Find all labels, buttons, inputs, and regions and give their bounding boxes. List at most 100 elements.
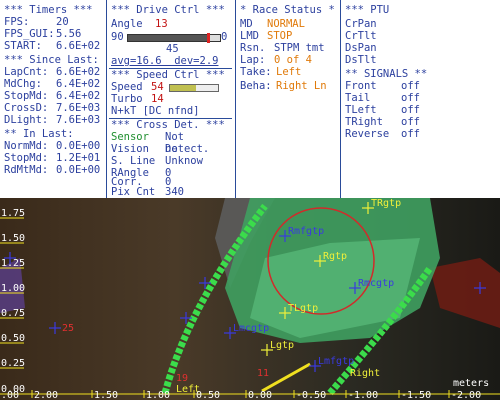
x-axis-tick-label: 1.50 bbox=[94, 390, 118, 400]
ptu-item: DsPan bbox=[345, 42, 377, 54]
x-axis-tick-label: .00 bbox=[1, 390, 19, 400]
angle-slider[interactable] bbox=[127, 33, 221, 43]
since-value: 6.6E+02 bbox=[56, 66, 101, 78]
race-label: LMD bbox=[240, 30, 259, 42]
in-last-label: NormMd: bbox=[4, 140, 49, 152]
timer-value: 20 bbox=[56, 16, 69, 28]
track-label: Right bbox=[350, 368, 380, 379]
x-axis-tick-label: 1.00 bbox=[146, 390, 170, 400]
avg-dev-text: avg=16.6 dev=2.9 bbox=[111, 55, 219, 67]
track-visualization: TRgtp Rmfgtp Rgtp Rmcgtp TLgtp LmcgtpLgtp Lmfg… bbox=[0, 198, 500, 400]
race-label: Rsn. bbox=[240, 42, 266, 54]
since-value: 6.4E+02 bbox=[56, 78, 101, 90]
in-last-label: RdMtMd: bbox=[4, 164, 49, 176]
since-label: LapCnt: bbox=[4, 66, 49, 78]
marker-label: Lmcgtp bbox=[233, 323, 269, 334]
timer-value: 5.56 bbox=[56, 28, 82, 40]
signal-label: TRight bbox=[345, 116, 383, 128]
x-axis-tick-label: -1.50 bbox=[401, 390, 431, 400]
since-label: CrossD: bbox=[4, 102, 49, 114]
marker-label: Rgtp bbox=[323, 251, 347, 262]
speed-ctrl-header: *** Speed Ctrl *** bbox=[111, 69, 225, 81]
since-label: DLight: bbox=[4, 114, 49, 126]
y-axis-tick-label: 1.25 bbox=[1, 258, 25, 269]
signal-value: off bbox=[401, 104, 420, 116]
race-label: Beha: bbox=[240, 80, 272, 92]
x-axis-tick-label: -2.00 bbox=[451, 390, 481, 400]
x-axis-tick-label: -1.00 bbox=[348, 390, 378, 400]
y-axis-tick-label: 0.25 bbox=[1, 358, 25, 369]
y-axis-tick-label: 1.50 bbox=[1, 233, 25, 244]
ptu-item: CrPan bbox=[345, 18, 377, 30]
race-lap-value: 0 of 4 bbox=[274, 54, 312, 66]
timer-label: FPS: bbox=[4, 16, 30, 28]
angle-slider-value: 45 bbox=[166, 43, 179, 55]
race-reason-value: STPM tmt bbox=[274, 42, 325, 54]
race-take-value: Left bbox=[276, 66, 302, 78]
since-value: 6.4E+02 bbox=[56, 90, 101, 102]
race-mode-value: NORMAL bbox=[267, 18, 305, 30]
race-label: Lap: bbox=[240, 54, 266, 66]
marker-label: Lmfgtp bbox=[318, 356, 354, 367]
slider-fill bbox=[128, 35, 209, 41]
since-last-header: *** Since Last: bbox=[4, 54, 99, 66]
drive-ctrl-header: *** Drive Ctrl *** bbox=[111, 4, 225, 16]
race-label: MD bbox=[240, 18, 253, 30]
cross-label: Pix Cnt bbox=[111, 186, 156, 198]
angle-slider-min: 90 bbox=[111, 31, 124, 43]
in-last-value: 0.0E+00 bbox=[56, 164, 101, 176]
angle-value: 13 bbox=[155, 18, 168, 30]
app-window: *** Timers *** FPS: 20 FPS_GUI: 5.56 STA… bbox=[0, 0, 500, 400]
timers-panel: *** Timers *** FPS: 20 FPS_GUI: 5.56 STA… bbox=[0, 0, 106, 198]
x-axis-tick-label: 0.00 bbox=[248, 390, 272, 400]
since-value: 7.6E+03 bbox=[56, 114, 101, 126]
cross-value: no bbox=[165, 143, 178, 155]
signal-label: Tail bbox=[345, 92, 371, 104]
signal-value: off bbox=[401, 116, 420, 128]
y-axis-tick-label: 0.50 bbox=[1, 333, 25, 344]
marker-label: Rmcgtp bbox=[358, 278, 394, 289]
in-last-header: ** In Last: bbox=[4, 128, 74, 140]
timer-value: 6.6E+02 bbox=[56, 40, 101, 52]
ptu-item: CrTlt bbox=[345, 30, 377, 42]
ptu-panel: *** PTU CrPan CrTlt DsPan DsTlt ** SIGNA… bbox=[341, 0, 500, 198]
cross-label: Vision bbox=[111, 143, 149, 155]
track-label: 11 bbox=[257, 368, 269, 379]
in-last-value: 1.2E+01 bbox=[56, 152, 101, 164]
track-label: 19 bbox=[176, 373, 188, 384]
nkt-text: N+kT [DC nfnd] bbox=[111, 105, 200, 117]
marker-label: Lgtp bbox=[270, 340, 294, 351]
since-value: 7.6E+03 bbox=[56, 102, 101, 114]
in-last-value: 0.0E+00 bbox=[56, 140, 101, 152]
y-axis-tick-label: 1.00 bbox=[1, 283, 25, 294]
marker-label: TLgtp bbox=[288, 303, 318, 314]
since-label: StopMd: bbox=[4, 90, 49, 102]
ptu-item: DsTlt bbox=[345, 54, 377, 66]
slider-thumb[interactable] bbox=[207, 33, 211, 43]
x-axis-tick-label: 2.00 bbox=[34, 390, 58, 400]
race-behaviour-value: Right Ln bbox=[276, 80, 327, 92]
track-label: 25 bbox=[62, 323, 74, 334]
x-axis-tick-label: -0.50 bbox=[296, 390, 326, 400]
speed-label: Speed bbox=[111, 81, 143, 93]
marker-label: TRgtp bbox=[371, 198, 401, 209]
since-label: MdChg: bbox=[4, 78, 42, 90]
speed-bar bbox=[169, 84, 219, 92]
status-panel: *** Timers *** FPS: 20 FPS_GUI: 5.56 STA… bbox=[0, 0, 500, 198]
y-axis-tick-label: 1.75 bbox=[1, 208, 25, 219]
timer-label: START: bbox=[4, 40, 42, 52]
y-axis-tick-label: 0.75 bbox=[1, 308, 25, 319]
x-axis-tick-label: 0.50 bbox=[196, 390, 220, 400]
cross-value: 340 bbox=[165, 186, 184, 198]
signal-label: Front bbox=[345, 80, 377, 92]
drive-ctrl-panel: *** Drive Ctrl *** Angle 13 90 0 45 avg=… bbox=[107, 0, 234, 198]
signal-value: off bbox=[401, 92, 420, 104]
cross-det-header: *** Cross Det. *** bbox=[111, 119, 225, 131]
signal-label: Reverse bbox=[345, 128, 390, 140]
ptu-header: *** PTU bbox=[345, 4, 390, 16]
angle-label: Angle bbox=[111, 18, 143, 30]
signal-value: off bbox=[401, 80, 420, 92]
marker-label: Rmfgtp bbox=[288, 226, 324, 237]
signal-value: off bbox=[401, 128, 420, 140]
signal-label: TLeft bbox=[345, 104, 377, 116]
